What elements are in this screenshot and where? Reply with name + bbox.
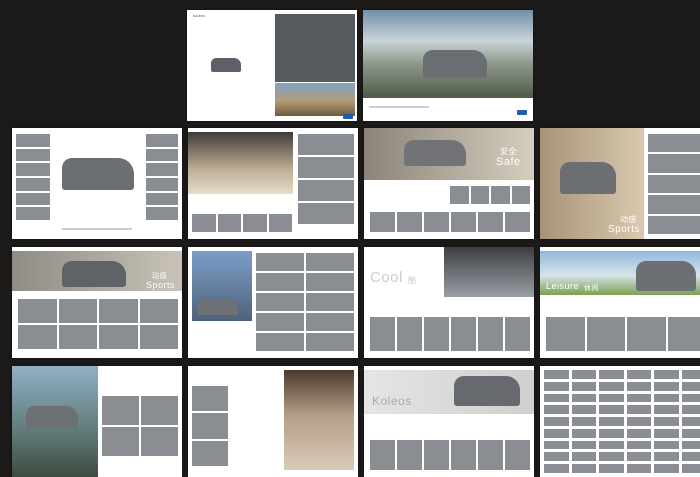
- koleos-car-image: [454, 376, 520, 406]
- sports-heading-en-b: Sports: [146, 280, 176, 290]
- mountain-logo: [517, 110, 527, 115]
- cover-dark-panel: [275, 14, 355, 82]
- spec-thumb-grid: [544, 370, 700, 473]
- cool-heading-cn: 酷: [408, 276, 417, 285]
- cover-logo: [343, 114, 353, 119]
- cover-caption: KOLEOS: [193, 14, 205, 18]
- accessory-seat-thumbs: [192, 386, 228, 466]
- brochure-cover: KOLEOS: [187, 10, 357, 121]
- interior-thumbs-bottom: [192, 214, 292, 232]
- mountain-text-line: [369, 106, 429, 108]
- exterior-feature-page: [12, 128, 182, 239]
- safe-thumbs: [450, 186, 530, 204]
- exterior-text-line: [62, 228, 132, 230]
- sports-page-a: 动感 Sports: [540, 128, 700, 239]
- sports-heading-en-a: Sports: [608, 224, 640, 235]
- safe-heading-en: Safe: [496, 156, 521, 168]
- accessories-page: [188, 366, 358, 477]
- cool-thumbs: [370, 317, 530, 351]
- koleos-page: Koleos: [364, 366, 534, 477]
- leisure-thumbs: [546, 317, 700, 351]
- mountain-spread: [363, 10, 533, 121]
- city-thumbs: [256, 253, 354, 351]
- cool-heading-en: Cool: [370, 269, 403, 286]
- interior-thumbs-right: [298, 134, 354, 224]
- safe-thumbs-bottom: [370, 212, 530, 232]
- leisure-car-image: [636, 261, 696, 291]
- cover-landscape-photo: [275, 83, 355, 116]
- leisure-page: Leisure 休闲: [540, 247, 700, 358]
- sports-thumbs-a: [648, 134, 700, 234]
- safe-page: 安全 Safe: [364, 128, 534, 239]
- safe-car-image: [404, 140, 466, 166]
- interior-dashboard-photo: [188, 132, 293, 194]
- cool-photo: [444, 247, 534, 297]
- leisure-heading-cn: 休闲: [584, 285, 599, 292]
- koleos-thumbs: [370, 440, 530, 470]
- spec-grid-page: [540, 366, 700, 477]
- seats-car-image: [26, 406, 78, 428]
- mountain-car-image: [423, 50, 487, 78]
- accessory-seat-photo: [284, 370, 354, 470]
- cool-page: Cool 酷: [364, 247, 534, 358]
- interior-page: [188, 128, 358, 239]
- seats-thumbs: [102, 396, 178, 456]
- sports-car-image-b: [62, 261, 126, 287]
- cover-car-image: [211, 58, 241, 72]
- exterior-thumbs-left: [16, 134, 50, 220]
- exterior-car-image: [62, 158, 134, 190]
- sports-page-b: 动感 Sports: [12, 247, 182, 358]
- city-car-image: [198, 299, 238, 315]
- exterior-thumbs-right: [146, 134, 178, 220]
- sports-car-image-a: [560, 162, 616, 194]
- city-page: [188, 247, 358, 358]
- seats-page: [12, 366, 182, 477]
- leisure-heading-en: Leisure: [546, 281, 580, 291]
- sports-thumbs-b: [18, 299, 178, 349]
- koleos-heading: Koleos: [372, 394, 412, 408]
